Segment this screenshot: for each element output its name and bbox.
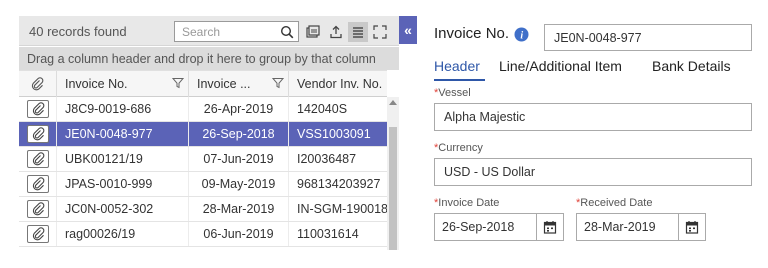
- grid-toolbar: 40 records found: [19, 16, 399, 46]
- cell-vendor-inv-no: IN-SGM-190018: [297, 202, 387, 216]
- received-date-value: 28-Mar-2019: [584, 220, 656, 234]
- cell-invoice-date: 07-Jun-2019: [189, 147, 289, 171]
- cell-invoice-no: JE0N-0048-977: [57, 122, 189, 146]
- cell-invoice-no: JC0N-0052-302: [57, 197, 189, 221]
- received-date-field[interactable]: 28-Mar-2019: [576, 213, 706, 241]
- paperclip-icon: [32, 152, 44, 166]
- group-by-drop-zone[interactable]: Drag a column header and drop it here to…: [19, 47, 399, 70]
- cell-vendor-inv-no: 110031614: [297, 227, 359, 241]
- cell-invoice-no: JPAS-0010-999: [57, 172, 189, 196]
- currency-label: *Currency: [434, 142, 483, 154]
- cell-invoice-no: UBK00121/19: [57, 147, 189, 171]
- invoice-no-field[interactable]: JE0N-0048-977: [544, 24, 752, 51]
- cell-invoice-date: 26-Apr-2019: [189, 97, 289, 121]
- search-icon[interactable]: [280, 25, 294, 39]
- invoice-no-label: Invoice No.: [434, 25, 510, 42]
- paperclip-icon: [32, 202, 44, 216]
- tab-bank-details[interactable]: Bank Details: [652, 58, 731, 74]
- cell-invoice-date: 09-May-2019: [189, 172, 289, 196]
- fullscreen-icon[interactable]: [370, 22, 390, 42]
- cell-invoice-date: 26-Sep-2018: [189, 122, 289, 146]
- search-input[interactable]: [175, 22, 275, 41]
- attachment-button[interactable]: [27, 175, 49, 193]
- list-view-icon[interactable]: [348, 22, 368, 42]
- scroll-thumb[interactable]: [389, 127, 397, 250]
- export-icon[interactable]: [326, 22, 346, 42]
- table-row[interactable]: rag00026/19 06-Jun-2019 110031614: [19, 222, 387, 247]
- currency-field[interactable]: USD - US Dollar: [434, 158, 752, 186]
- search-box[interactable]: [174, 21, 299, 42]
- grid-body: J8C9-0019-686 26-Apr-2019 142040S JE0N-0…: [19, 97, 387, 250]
- invoice-grid-panel: 40 records found Search Drag a column he…: [19, 16, 399, 250]
- attachment-button[interactable]: [27, 225, 49, 243]
- paperclip-icon: [32, 127, 44, 141]
- attachment-button[interactable]: [27, 150, 49, 168]
- filter-icon[interactable]: [272, 77, 284, 89]
- calendar-button[interactable]: [678, 214, 705, 240]
- column-header-vendor-inv-no[interactable]: Vendor Inv. No.: [289, 71, 387, 97]
- cell-invoice-date: 06-Jun-2019: [189, 222, 289, 246]
- cell-invoice-no: rag00026/19: [57, 222, 189, 246]
- cell-invoice-date: 28-Mar-2019: [189, 197, 289, 221]
- invoice-date-value: 26-Sep-2018: [442, 220, 515, 234]
- table-row[interactable]: JC0N-0052-302 28-Mar-2019 IN-SGM-190018: [19, 197, 387, 222]
- paperclip-icon: [31, 77, 44, 91]
- received-date-label: *Received Date: [576, 197, 653, 209]
- attachment-button[interactable]: [27, 100, 49, 118]
- vessel-field[interactable]: Alpha Majestic: [434, 103, 752, 131]
- grid-header: Invoice No. Invoice ... Vendor Inv. No.: [19, 70, 387, 97]
- cell-vendor-inv-no: VSS1003091: [297, 127, 371, 141]
- paperclip-icon: [32, 227, 44, 241]
- table-row[interactable]: J8C9-0019-686 26-Apr-2019 142040S: [19, 97, 387, 122]
- table-row-selected[interactable]: JE0N-0048-977 26-Sep-2018 VSS1003091: [19, 122, 387, 147]
- table-row[interactable]: JPAS-0010-999 09-May-2019 968134203927: [19, 172, 387, 197]
- active-tab-indicator: [434, 79, 485, 81]
- invoice-date-label: *Invoice Date: [434, 197, 500, 209]
- cell-invoice-no: J8C9-0019-686: [57, 97, 189, 121]
- collapse-panel-button[interactable]: «: [399, 16, 417, 44]
- attachment-column-header: [19, 71, 57, 97]
- paperclip-icon: [32, 177, 44, 191]
- scroll-up-arrow-icon[interactable]: [389, 100, 397, 105]
- records-count: 40 records found: [29, 24, 127, 39]
- svg-text:i: i: [520, 30, 523, 41]
- tab-header[interactable]: Header: [434, 58, 480, 74]
- cell-vendor-inv-no: 968134203927: [297, 177, 381, 191]
- grid-scrollbar[interactable]: [387, 97, 399, 250]
- paperclip-icon: [32, 102, 44, 116]
- tab-line-additional-item[interactable]: Line/Additional Item: [499, 58, 622, 74]
- column-chooser-icon[interactable]: [303, 22, 323, 42]
- calendar-icon: [685, 221, 699, 234]
- column-header-invoice-date[interactable]: Invoice ...: [189, 71, 289, 97]
- calendar-icon: [543, 221, 557, 234]
- info-icon[interactable]: i: [514, 27, 529, 42]
- calendar-button[interactable]: [536, 214, 563, 240]
- cell-vendor-inv-no: 142040S: [297, 102, 348, 116]
- column-header-invoice-no[interactable]: Invoice No.: [57, 71, 189, 97]
- table-row[interactable]: UBK00121/19 07-Jun-2019 I20036487: [19, 147, 387, 172]
- cell-vendor-inv-no: I20036487: [297, 152, 357, 166]
- invoice-date-field[interactable]: 26-Sep-2018: [434, 213, 564, 241]
- attachment-button[interactable]: [27, 200, 49, 218]
- filter-icon[interactable]: [172, 77, 184, 89]
- attachment-button[interactable]: [27, 125, 49, 143]
- vessel-label: *Vessel: [434, 87, 471, 99]
